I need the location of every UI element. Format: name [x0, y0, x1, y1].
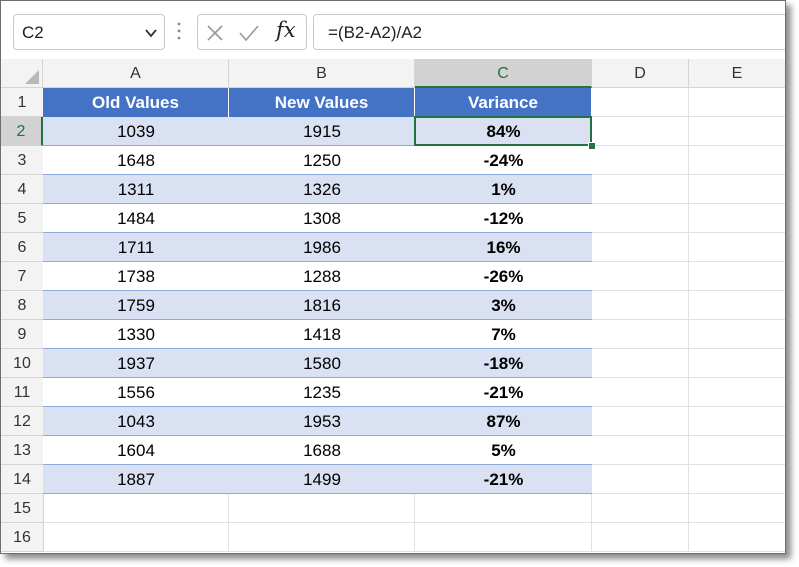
row-header-9[interactable]: 9	[1, 320, 43, 349]
column-header-d[interactable]: D	[592, 59, 689, 87]
variance-cell[interactable]: 1%	[415, 175, 592, 204]
row-header-7[interactable]: 7	[1, 262, 43, 291]
old-value-cell[interactable]: 1937	[43, 349, 229, 378]
old-value-cell[interactable]: 1759	[43, 291, 229, 320]
new-value-cell[interactable]: 1816	[229, 291, 415, 320]
old-value-cell[interactable]: 1604	[43, 436, 229, 465]
row-headers: 1 2 3 4 5 6 7 8 9 10 11 12 13 14 15 16	[1, 88, 44, 552]
row-header-6[interactable]: 6	[1, 233, 43, 262]
new-value-cell[interactable]: 1288	[229, 262, 415, 291]
name-box-value: C2	[22, 23, 44, 42]
gridline	[688, 88, 689, 552]
variance-cell[interactable]: 5%	[415, 436, 592, 465]
row-header-11[interactable]: 11	[1, 378, 43, 407]
formula-input[interactable]: =(B2-A2)/A2	[313, 14, 785, 50]
row-header-8[interactable]: 8	[1, 291, 43, 320]
row-header-10[interactable]: 10	[1, 349, 43, 378]
table-header-cell[interactable]: Old Values	[43, 88, 229, 117]
variance-cell[interactable]: -26%	[415, 262, 592, 291]
variance-cell[interactable]: -12%	[415, 204, 592, 233]
new-value-cell[interactable]: 1986	[229, 233, 415, 262]
variance-cell[interactable]: 84%	[415, 117, 592, 146]
enter-icon[interactable]	[238, 24, 260, 42]
new-value-cell[interactable]: 1499	[229, 465, 415, 494]
new-value-cell[interactable]: 1308	[229, 204, 415, 233]
row-header-4[interactable]: 4	[1, 175, 43, 204]
variance-cell[interactable]: 7%	[415, 320, 592, 349]
old-value-cell[interactable]: 1648	[43, 146, 229, 175]
new-value-cell[interactable]: 1326	[229, 175, 415, 204]
row-header-1[interactable]: 1	[1, 88, 43, 117]
row-header-16[interactable]: 16	[1, 523, 43, 552]
function-icon[interactable]: fx	[276, 18, 296, 42]
variance-cell[interactable]: -21%	[415, 465, 592, 494]
new-value-cell[interactable]: 1235	[229, 378, 415, 407]
new-value-cell[interactable]: 1915	[229, 117, 415, 146]
old-value-cell[interactable]: 1738	[43, 262, 229, 291]
old-value-cell[interactable]: 1039	[43, 117, 229, 146]
fill-handle[interactable]	[588, 142, 596, 150]
new-value-cell[interactable]: 1418	[229, 320, 415, 349]
grip-icon[interactable]	[176, 21, 182, 41]
column-header-b[interactable]: B	[229, 59, 415, 87]
cancel-icon[interactable]	[206, 24, 224, 42]
old-value-cell[interactable]: 1556	[43, 378, 229, 407]
column-header-e[interactable]: E	[689, 59, 785, 87]
formula-text: =(B2-A2)/A2	[328, 23, 423, 42]
column-header-a[interactable]: A	[43, 59, 229, 87]
row-header-5[interactable]: 5	[1, 204, 43, 233]
formula-bar: C2 fx =(B2-A2)/A2	[1, 1, 785, 58]
row-header-14[interactable]: 14	[1, 465, 43, 494]
variance-cell[interactable]: -24%	[415, 146, 592, 175]
formula-buttons: fx	[197, 14, 307, 50]
new-value-cell[interactable]: 1688	[229, 436, 415, 465]
row-header-15[interactable]: 15	[1, 494, 43, 523]
variance-cell[interactable]: -18%	[415, 349, 592, 378]
table-header-cell[interactable]: New Values	[229, 88, 415, 117]
old-value-cell[interactable]: 1484	[43, 204, 229, 233]
old-value-cell[interactable]: 1887	[43, 465, 229, 494]
chevron-down-icon[interactable]	[144, 26, 158, 40]
row-header-3[interactable]: 3	[1, 146, 43, 175]
old-value-cell[interactable]: 1311	[43, 175, 229, 204]
name-box[interactable]: C2	[13, 14, 165, 50]
column-headers: A B C D E	[1, 59, 785, 88]
new-value-cell[interactable]: 1580	[229, 349, 415, 378]
row-header-2[interactable]: 2	[1, 117, 43, 146]
variance-cell[interactable]: 16%	[415, 233, 592, 262]
variance-cell[interactable]: 87%	[415, 407, 592, 436]
variance-cell[interactable]: 3%	[415, 291, 592, 320]
new-value-cell[interactable]: 1250	[229, 146, 415, 175]
row-header-13[interactable]: 13	[1, 436, 43, 465]
variance-cell[interactable]: -21%	[415, 378, 592, 407]
old-value-cell[interactable]: 1043	[43, 407, 229, 436]
select-all-button[interactable]	[1, 59, 43, 87]
excel-window: C2 fx =(B2-A2)/A2 A B C D E 1 2 3 4 5 6 …	[0, 0, 786, 554]
select-all-triangle-icon	[25, 70, 39, 84]
new-value-cell[interactable]: 1953	[229, 407, 415, 436]
table-header-cell[interactable]: Variance	[415, 88, 592, 117]
row-header-12[interactable]: 12	[1, 407, 43, 436]
old-value-cell[interactable]: 1330	[43, 320, 229, 349]
old-value-cell[interactable]: 1711	[43, 233, 229, 262]
column-header-c[interactable]: C	[415, 59, 592, 88]
